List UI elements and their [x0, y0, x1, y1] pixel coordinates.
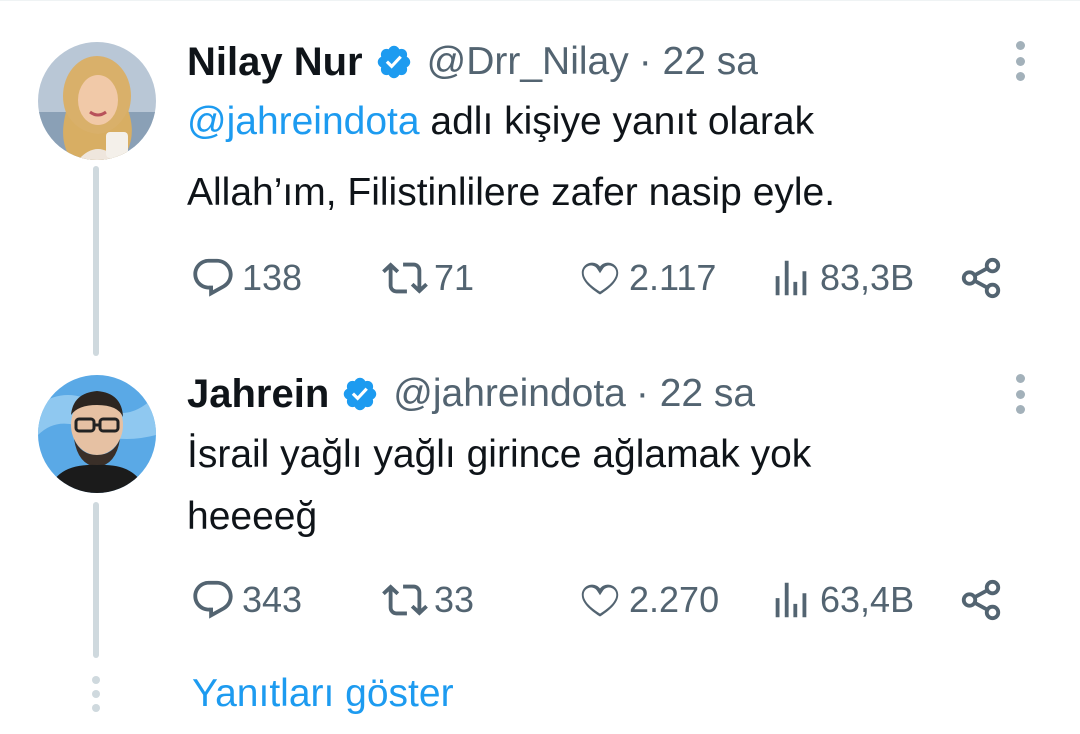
views-icon: [775, 582, 807, 618]
tweet-text-line: heeeeğ: [187, 495, 318, 538]
timestamp[interactable]: · 22 sa: [636, 372, 755, 416]
share-button[interactable]: [958, 577, 1004, 623]
tweet-header: Jahrein @jahreindota · 22 sa: [187, 370, 755, 418]
tweet-jahrein[interactable]: Jahrein @jahreindota · 22 sa İsrail yağl…: [0, 0, 1080, 658]
retweet-icon: [382, 584, 428, 616]
verified-badge-icon: [344, 377, 377, 411]
handle[interactable]: @jahreindota: [393, 372, 626, 416]
like-icon: [581, 584, 619, 617]
views-count: 63,4B: [820, 579, 915, 620]
like-count: 2.270: [629, 579, 720, 620]
reply-count: 343: [242, 579, 303, 620]
tweet-text-line: İsrail yağlı yağlı girince ağlamak yok: [187, 433, 812, 476]
avatar-jahrein[interactable]: [38, 375, 156, 493]
tweet-text: İsrail yağlı yağlı girince ağlamak yok h…: [187, 424, 1017, 548]
share-icon: [961, 579, 1001, 621]
reply-icon: [193, 580, 233, 619]
more-icon[interactable]: [1011, 374, 1029, 414]
retweet-count: 33: [434, 579, 475, 620]
tweet-actions: 343 33 2.270 63,4B: [0, 577, 1080, 627]
show-replies-link[interactable]: Yanıtları göster: [192, 672, 454, 716]
views-button[interactable]: 63,4B: [768, 577, 914, 623]
display-name[interactable]: Jahrein: [187, 372, 329, 417]
more-replies-dots: [90, 676, 102, 712]
retweet-button[interactable]: 33: [382, 577, 474, 623]
like-button[interactable]: 2.270: [577, 577, 719, 623]
reply-button[interactable]: 343: [190, 577, 302, 623]
